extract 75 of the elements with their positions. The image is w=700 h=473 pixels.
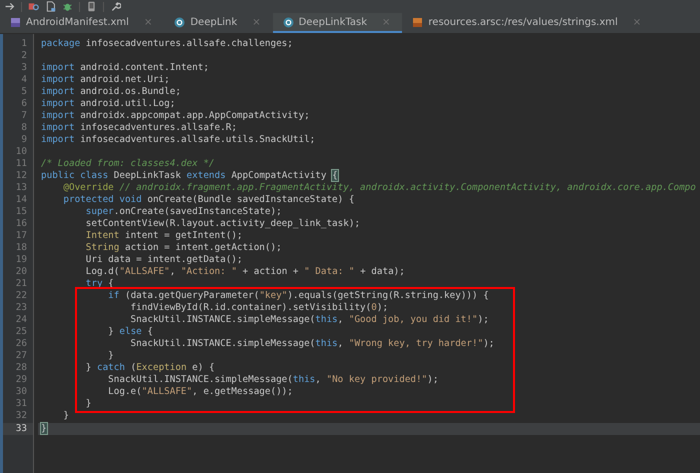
line-number: 9 <box>20 134 28 146</box>
code-line: /* Loaded from: classes4.dex */ <box>40 158 216 170</box>
resource-file-icon <box>412 16 424 28</box>
line-number: 17 <box>14 230 28 242</box>
arrow-icon[interactable] <box>4 1 15 12</box>
code-line: import android.net.Uri; <box>40 74 171 86</box>
code-line: String action = intent.getAction(); <box>84 242 283 254</box>
line-number: 7 <box>20 110 28 122</box>
code-line: } <box>107 350 115 362</box>
code-line: Uri data = intent.getData(); <box>84 254 244 266</box>
code-line: package infosecadventures.allsafe.challenges; <box>40 38 294 50</box>
line-number: 33 <box>3 422 33 435</box>
class-file-icon <box>282 16 294 28</box>
code-line: } else { <box>107 326 154 338</box>
line-number: 12 <box>14 170 28 182</box>
line-number: 8 <box>20 122 28 134</box>
code-line: } catch (Exception e) { <box>84 362 216 374</box>
code-line: findViewById(R.id.container).setVisibility(0); <box>130 302 390 314</box>
line-number: 16 <box>14 218 28 230</box>
code-line: import android.os.Bundle; <box>40 86 182 98</box>
code-line: SnackUtil.INSTANCE.simpleMessage(this, "Good job, you did it!"); <box>130 314 490 326</box>
line-number: 24 <box>14 314 28 326</box>
line-number: 13 <box>14 182 28 194</box>
line-number: 22 <box>14 290 28 302</box>
bug-icon[interactable] <box>62 1 73 12</box>
line-number: 27 <box>14 350 28 362</box>
code-line: @Override // androidx.fragment.app.FragmentActivity, androidx.activity.ComponentActivity, androidx.core.app.Compo <box>62 182 697 194</box>
code-line: import androidx.appcompat.app.AppCompatActivity; <box>40 110 311 122</box>
code-line: Log.d("ALLSAFE", "Action: " + action + " Data: " + data); <box>84 266 406 278</box>
code-line: import infosecadventures.allsafe.utils.SnackUtil; <box>40 134 316 146</box>
code-line: if (data.getQueryParameter("key").equals(getString(R.string.key))) { <box>107 290 490 302</box>
code-line: SnackUtil.INSTANCE.simpleMessage(this, "Wrong key, try harder!"); <box>130 338 496 350</box>
class-file-icon <box>174 16 186 28</box>
line-number: 19 <box>14 254 28 266</box>
line-number: 14 <box>14 194 28 206</box>
code-line: SnackUtil.INSTANCE.simpleMessage(this, "No key provided!"); <box>107 374 440 386</box>
code-line: import android.content.Intent; <box>40 62 210 74</box>
line-number: 31 <box>14 398 28 410</box>
editor-tab[interactable]: AndroidManifest.xml × <box>0 13 164 33</box>
code-line: import infosecadventures.allsafe.R; <box>40 122 238 134</box>
line-number: 18 <box>14 242 28 254</box>
wrench-icon[interactable] <box>110 1 121 12</box>
line-number: 10 <box>14 146 28 158</box>
document-icon[interactable] <box>45 1 56 12</box>
code-line: } <box>62 410 70 422</box>
line-number: 1 <box>20 38 28 50</box>
line-number: 26 <box>14 338 28 350</box>
line-number: 23 <box>14 302 28 314</box>
code-line: Log.e("ALLSAFE", e.getMessage()); <box>107 386 294 398</box>
code-line: protected void onCreate(Bundle savedInstanceState) { <box>62 194 356 206</box>
code-line: super.onCreate(savedInstanceState); <box>84 206 283 218</box>
editor-tab[interactable]: DeepLinkTask × <box>272 13 402 33</box>
line-number: 32 <box>14 410 28 422</box>
code-line: public class DeepLinkTask extends AppCompatActivity { <box>40 170 339 182</box>
editor-tab[interactable]: resources.arsc:/res/values/strings.xml × <box>402 13 654 33</box>
line-number: 25 <box>14 326 28 338</box>
code-line: setContentView(R.layout.activity_deep_link_task); <box>84 218 362 230</box>
code-line: Intent intent = getIntent(); <box>84 230 244 242</box>
editor-tab[interactable]: DeepLink × <box>164 13 273 33</box>
line-number: 20 <box>14 266 28 278</box>
line-number: 5 <box>20 86 28 98</box>
line-number: 15 <box>14 206 28 218</box>
line-number: 21 <box>14 278 28 290</box>
code-line: } <box>84 398 92 410</box>
line-number: 11 <box>14 158 28 170</box>
device-icon[interactable] <box>86 1 97 12</box>
line-number: 28 <box>14 362 28 374</box>
line-number: 30 <box>14 386 28 398</box>
xml-file-icon <box>10 16 21 28</box>
line-number: 3 <box>20 62 28 74</box>
code-line: import android.util.Log; <box>40 98 176 110</box>
line-number: 2 <box>20 50 28 62</box>
line-number: 4 <box>20 74 28 86</box>
line-number: 29 <box>14 374 28 386</box>
line-number: 6 <box>20 98 28 110</box>
